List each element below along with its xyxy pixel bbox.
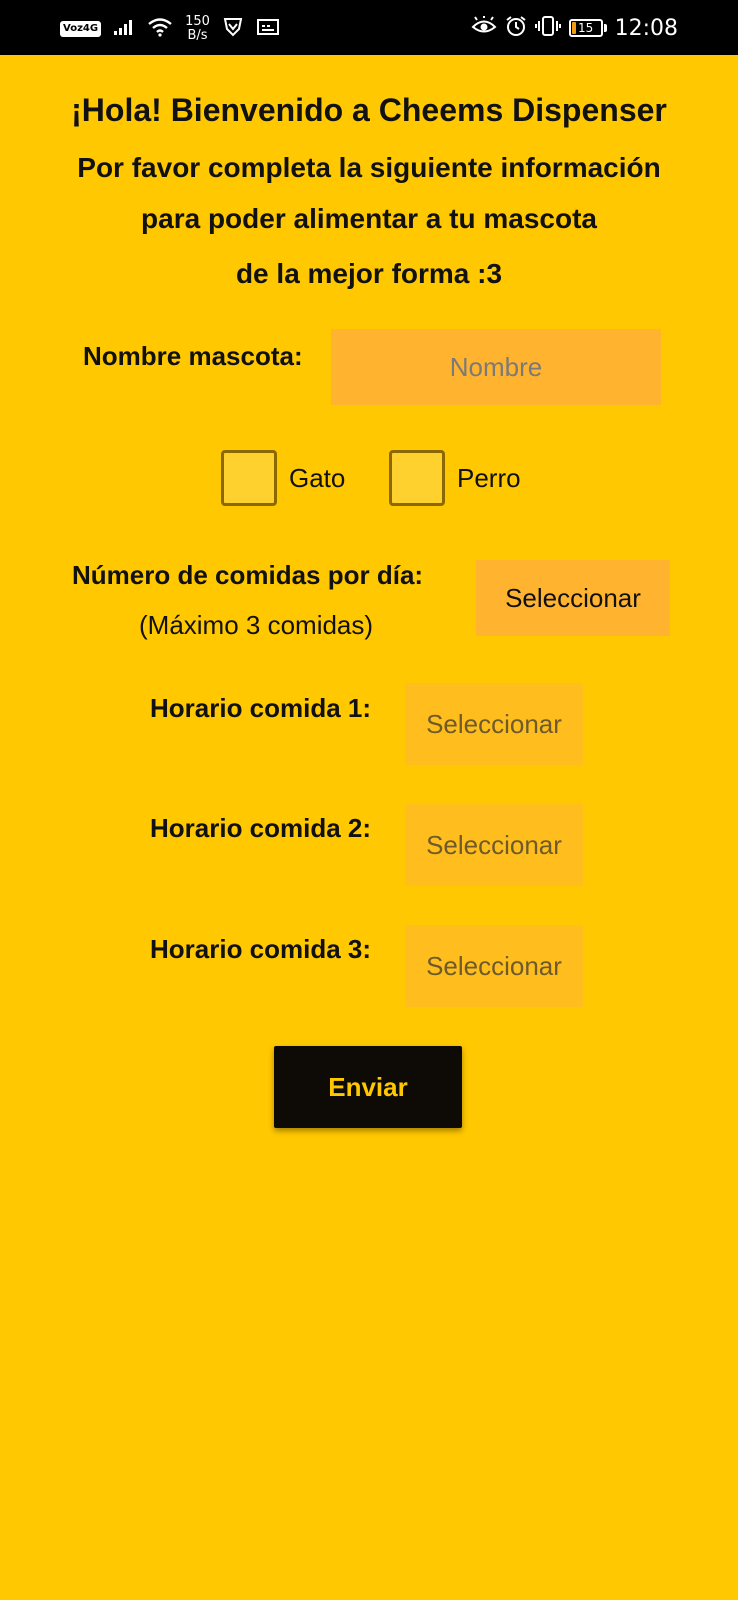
status-left: Voz4G 150 B/s (60, 12, 280, 46)
meals-hint: (Máximo 3 comidas) (139, 610, 374, 640)
checkbox-perro[interactable]: Perro (389, 450, 521, 506)
battery-body: 15 (568, 19, 603, 37)
battery-fill (571, 22, 576, 34)
intro-line-2: para poder alimentar a tu mascota (141, 203, 597, 234)
checkbox-gato[interactable]: Gato (221, 450, 345, 506)
battery-cap (603, 24, 607, 32)
signal-icon (113, 18, 135, 41)
schedule-3-label: Horario comida 3: (150, 934, 372, 964)
schedule-1-label: Horario comida 1: (150, 693, 372, 723)
intro-line-3: de la mejor forma :3 (235, 258, 503, 289)
schedule-3-select[interactable]: Seleccionar (405, 925, 583, 1007)
meals-select-button[interactable]: Seleccionar (476, 560, 670, 636)
checkbox-perro-box[interactable] (389, 450, 445, 506)
network-speed: 150 B/s (185, 15, 210, 43)
clock: 12:08 (614, 15, 678, 41)
screenshot-icon (256, 17, 280, 42)
page-title: ¡Hola! Bienvenido a Cheems Dispenser (71, 92, 667, 128)
eye-comfort-icon (471, 15, 497, 41)
status-bar: Voz4G 150 B/s 15 12:08 (0, 0, 738, 55)
alarm-icon (505, 15, 527, 42)
intro-line-1: Por favor completa la siguiente informac… (77, 152, 661, 183)
battery-level: 15 (577, 21, 594, 35)
checkbox-gato-box[interactable] (221, 450, 277, 506)
vibrate-icon (534, 15, 561, 42)
submit-button[interactable]: Enviar (274, 1046, 462, 1128)
checkbox-gato-label: Gato (289, 462, 346, 493)
schedule-2-select[interactable]: Seleccionar (405, 804, 583, 886)
status-right: 15 12:08 (471, 10, 678, 46)
meals-label: Número de comidas por día: (72, 560, 424, 590)
checkbox-perro-label: Perro (457, 462, 521, 493)
pet-name-input[interactable] (331, 329, 661, 405)
pet-name-label: Nombre mascota: (83, 341, 303, 371)
battery-icon: 15 (568, 19, 607, 37)
speed-value: 150 (185, 14, 210, 29)
schedule-2-label: Horario comida 2: (150, 813, 372, 843)
network-badge: Voz4G (60, 21, 102, 37)
vpn-shield-icon (222, 17, 244, 42)
speed-unit: B/s (187, 28, 208, 43)
wifi-icon (147, 17, 173, 42)
schedule-1-select[interactable]: Seleccionar (405, 683, 583, 765)
